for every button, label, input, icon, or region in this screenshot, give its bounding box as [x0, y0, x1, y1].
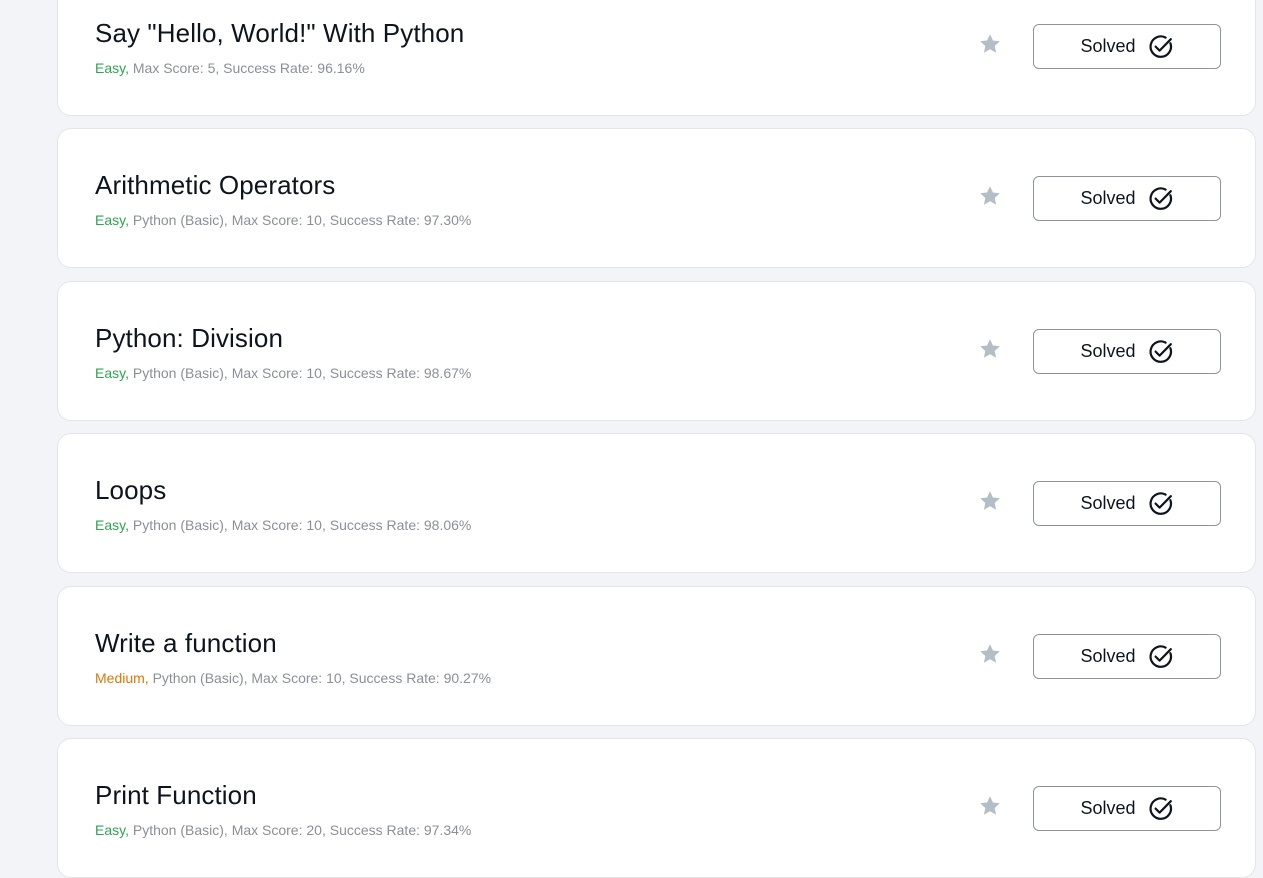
challenge-meta: Easy, Python (Basic), Max Score: 10, Suc… — [95, 517, 471, 533]
solved-button[interactable]: Solved — [1033, 786, 1221, 831]
check-circle-icon — [1149, 644, 1172, 668]
challenge-details: Python (Basic), Max Score: 10, Success R… — [128, 517, 472, 533]
star-icon[interactable] — [978, 489, 1002, 513]
solved-button[interactable]: Solved — [1033, 329, 1221, 374]
difficulty-label: Easy, — [95, 212, 129, 228]
challenge-title[interactable]: Say "Hello, World!" With Python — [95, 18, 464, 49]
solved-label: Solved — [1080, 36, 1136, 56]
solved-label: Solved — [1080, 493, 1136, 513]
challenge-card: Print Function Easy, Python (Basic), Max… — [57, 738, 1256, 878]
challenge-meta: Easy, Python (Basic), Max Score: 10, Suc… — [95, 365, 471, 381]
challenge-title[interactable]: Loops — [95, 475, 166, 506]
challenge-meta: Easy, Max Score: 5, Success Rate: 96.16% — [95, 60, 365, 76]
challenge-details: Max Score: 5, Success Rate: 96.16% — [128, 60, 365, 76]
check-circle-icon — [1149, 34, 1172, 58]
difficulty-label: Easy, — [95, 60, 129, 76]
solved-button[interactable]: Solved — [1033, 634, 1221, 679]
challenge-details: Python (Basic), Max Score: 10, Success R… — [128, 365, 472, 381]
challenge-meta: Easy, Python (Basic), Max Score: 10, Suc… — [95, 212, 471, 228]
star-icon[interactable] — [978, 337, 1002, 361]
solved-button[interactable]: Solved — [1033, 481, 1221, 526]
challenge-card: Python: Division Easy, Python (Basic), M… — [57, 281, 1256, 421]
check-circle-icon — [1149, 339, 1172, 363]
solved-button[interactable]: Solved — [1033, 176, 1221, 221]
challenge-title[interactable]: Print Function — [95, 780, 257, 811]
challenge-title[interactable]: Write a function — [95, 628, 277, 659]
challenge-title[interactable]: Arithmetic Operators — [95, 170, 335, 201]
challenge-card: Arithmetic Operators Easy, Python (Basic… — [57, 128, 1256, 268]
challenge-card: Loops Easy, Python (Basic), Max Score: 1… — [57, 433, 1256, 573]
solved-label: Solved — [1080, 798, 1136, 818]
solved-label: Solved — [1080, 341, 1136, 361]
check-circle-icon — [1149, 491, 1172, 515]
challenge-details: Python (Basic), Max Score: 10, Success R… — [128, 212, 472, 228]
challenge-list: Say "Hello, World!" With Python Easy, Ma… — [0, 0, 1263, 878]
challenge-card: Say "Hello, World!" With Python Easy, Ma… — [57, 0, 1256, 116]
solved-button[interactable]: Solved — [1033, 24, 1221, 69]
challenge-meta: Medium, Python (Basic), Max Score: 10, S… — [95, 670, 491, 686]
check-circle-icon — [1149, 796, 1172, 820]
star-icon[interactable] — [978, 184, 1002, 208]
star-icon[interactable] — [978, 794, 1002, 818]
challenge-details: Python (Basic), Max Score: 10, Success R… — [148, 670, 492, 686]
star-icon[interactable] — [978, 32, 1002, 56]
difficulty-label: Medium, — [95, 670, 149, 686]
challenge-title[interactable]: Python: Division — [95, 323, 283, 354]
solved-label: Solved — [1080, 188, 1136, 208]
difficulty-label: Easy, — [95, 365, 129, 381]
check-circle-icon — [1149, 186, 1172, 210]
star-icon[interactable] — [978, 642, 1002, 666]
solved-label: Solved — [1080, 646, 1136, 666]
difficulty-label: Easy, — [95, 517, 129, 533]
challenge-card: Write a function Medium, Python (Basic),… — [57, 586, 1256, 726]
